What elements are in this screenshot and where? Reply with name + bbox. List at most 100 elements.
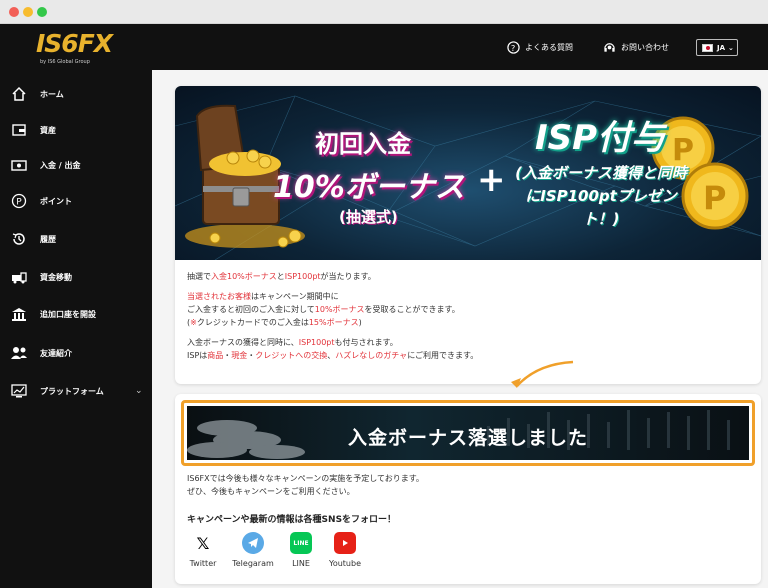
annotation-arrow-icon <box>511 360 574 388</box>
chevron-down-icon: ⌄ <box>728 43 734 52</box>
text: と <box>276 272 285 281</box>
main-content: P P 初回入金 10%ボーナス (抽選式) + ISP付与 (入金ボーナス獲得… <box>152 70 768 588</box>
result-card: 入金ボーナス落選しました IS6FXでは今後も様々なキャンペーンの実施を予定して… <box>175 394 761 584</box>
sidebar-item-history[interactable]: 履歴 <box>0 224 152 254</box>
text: 入金ボーナスの獲得と同時に、 <box>187 338 299 347</box>
sidebar-item-points[interactable]: P ポイント <box>0 186 152 216</box>
highlight-text: 入金10%ボーナス <box>211 272 277 281</box>
transfer-icon <box>10 268 28 286</box>
language-code: JA <box>717 43 726 52</box>
logo-subtitle: by IS6 Global Group <box>40 59 90 65</box>
logo-text: IS6FX <box>36 29 113 58</box>
users-icon <box>10 344 28 362</box>
text: ISPは <box>187 351 208 360</box>
highlight-text: ※ <box>190 318 197 327</box>
info-line-1: IS6FXでは今後も様々なキャンペーンの実施を予定しております。 <box>187 474 424 483</box>
bank-icon <box>10 305 28 323</box>
history-icon <box>10 230 28 248</box>
banner-line3: (抽選式) <box>339 208 398 226</box>
text: にご利用できます。 <box>407 351 479 360</box>
highlight-text: ISP100pt <box>298 338 335 347</box>
svg-text:P: P <box>703 179 726 217</box>
top-bar: ? よくある質問 お問い合わせ JA ⌄ <box>152 24 768 70</box>
sns-youtube-link[interactable]: Youtube <box>320 532 370 568</box>
text: ) <box>358 318 362 327</box>
wallet-icon <box>10 121 28 139</box>
highlight-text: 商品 <box>207 351 224 360</box>
campaign-paragraph-1: 抽選で入金10%ボーナスとISP100ptが当たります。 <box>187 270 747 283</box>
chart-icon <box>10 382 28 400</box>
text: も付与されます。 <box>334 338 398 347</box>
banner-isp: ISP付与 <box>535 118 666 158</box>
svg-text:P: P <box>16 197 22 207</box>
sns-label: LINE <box>292 559 310 568</box>
text: を受取ることができます。 <box>364 305 460 314</box>
sidebar-item-platform[interactable]: プラットフォーム ⌄ <box>0 376 152 406</box>
campaign-paragraph-3: 入金ボーナスの獲得と同時に、ISP100ptも付与されます。 ISPは商品・現金… <box>187 336 747 362</box>
sidebar-item-fund-transfer[interactable]: 資金移動 <box>0 262 152 292</box>
sns-label: Twitter <box>189 559 217 568</box>
sidebar-item-label: 入金 / 出金 <box>40 160 81 170</box>
cash-icon <box>10 156 28 174</box>
sidebar-item-home[interactable]: ホーム <box>0 79 152 109</box>
banner-plus: + <box>477 160 506 200</box>
campaign-banner: P P 初回入金 10%ボーナス (抽選式) + ISP付与 (入金ボーナス獲得… <box>175 86 761 260</box>
telegram-icon <box>242 532 264 554</box>
highlight-text: ISP100pt <box>284 272 321 281</box>
highlight-text: 15%ボーナス <box>308 318 359 327</box>
highlight-text: ハズレなしのガチャ <box>335 351 408 360</box>
sns-line-link[interactable]: LINE LINE <box>276 532 326 568</box>
close-window-button[interactable] <box>9 7 19 17</box>
contact-link[interactable]: お問い合わせ <box>602 40 669 54</box>
point-icon: P <box>10 192 28 210</box>
brand-logo[interactable]: IS6FX by IS6 Global Group <box>0 24 152 72</box>
result-info: IS6FXでは今後も様々なキャンペーンの実施を予定しております。 ぜひ、今後もキ… <box>187 472 747 498</box>
sidebar-item-label: ポイント <box>40 196 72 206</box>
sidebar-item-label: 資産 <box>40 125 56 135</box>
highlight-text: 10%ボーナス <box>314 305 365 314</box>
sns-twitter-link[interactable]: 𝕏 Twitter <box>178 532 228 569</box>
text: が当たります。 <box>320 272 376 281</box>
home-icon <box>10 85 28 103</box>
sidebar-item-referral[interactable]: 友達紹介 <box>0 338 152 368</box>
campaign-description: 抽選で入金10%ボーナスとISP100ptが当たります。 当選されたお客様はキャ… <box>187 270 747 369</box>
text: クレジットカードでのご入金は <box>196 318 309 327</box>
sidebar-item-label: 友達紹介 <box>40 348 72 358</box>
campaign-card: P P 初回入金 10%ボーナス (抽選式) + ISP付与 (入金ボーナス獲得… <box>175 86 761 384</box>
text: ご入金すると初回のご入金に対して <box>187 305 315 314</box>
banner-isp-sub: (入金ボーナス獲得と同時にISP100ptプレゼント！) <box>515 164 687 228</box>
campaign-paragraph-2: 当選されたお客様はキャンペーン期間中に ご入金すると初回のご入金に対して10%ボ… <box>187 290 747 329</box>
sns-label: Telegaram <box>232 559 274 568</box>
maximize-window-button[interactable] <box>37 7 47 17</box>
highlight-text: クレジットへの交換 <box>255 351 328 360</box>
faq-label: よくある質問 <box>525 42 573 52</box>
faq-link[interactable]: ? よくある質問 <box>506 40 573 54</box>
sidebar-item-label: ホーム <box>40 89 64 99</box>
sidebar: IS6FX by IS6 Global Group ホーム 資産 入金 / 出金… <box>0 24 152 588</box>
headset-icon <box>602 40 616 54</box>
sidebar-item-deposit-withdraw[interactable]: 入金 / 出金 <box>0 150 152 180</box>
lottery-result-banner: 入金ボーナス落選しました <box>181 400 755 466</box>
chevron-down-icon: ⌄ <box>135 386 143 396</box>
sidebar-item-label: プラットフォーム <box>40 386 104 396</box>
text: 抽選で <box>187 272 211 281</box>
svg-text:?: ? <box>510 42 514 52</box>
sidebar-item-assets[interactable]: 資産 <box>0 115 152 145</box>
contact-label: お問い合わせ <box>621 42 669 52</box>
result-banner-image: 入金ボーナス落選しました <box>187 406 749 460</box>
language-selector[interactable]: JA ⌄ <box>696 39 738 56</box>
sidebar-item-open-account[interactable]: 追加口座を開設 <box>0 299 152 329</box>
youtube-icon <box>334 532 356 554</box>
sns-telegram-link[interactable]: Telegaram <box>228 532 278 568</box>
browser-window: IS6FX by IS6 Global Group ホーム 資産 入金 / 出金… <box>0 0 768 588</box>
banner-line1: 初回入金 <box>315 130 411 158</box>
text: はキャンペーン期間中に <box>251 292 339 301</box>
minimize-window-button[interactable] <box>23 7 33 17</box>
highlight-text: 現金 <box>231 351 248 360</box>
sns-label: Youtube <box>329 559 361 568</box>
sidebar-item-label: 追加口座を開設 <box>40 309 96 319</box>
sidebar-item-label: 資金移動 <box>40 272 72 282</box>
info-line-2: ぜひ、今後もキャンペーンをご利用ください。 <box>187 487 355 496</box>
japan-flag-icon <box>702 43 713 52</box>
sidebar-item-label: 履歴 <box>40 234 56 244</box>
